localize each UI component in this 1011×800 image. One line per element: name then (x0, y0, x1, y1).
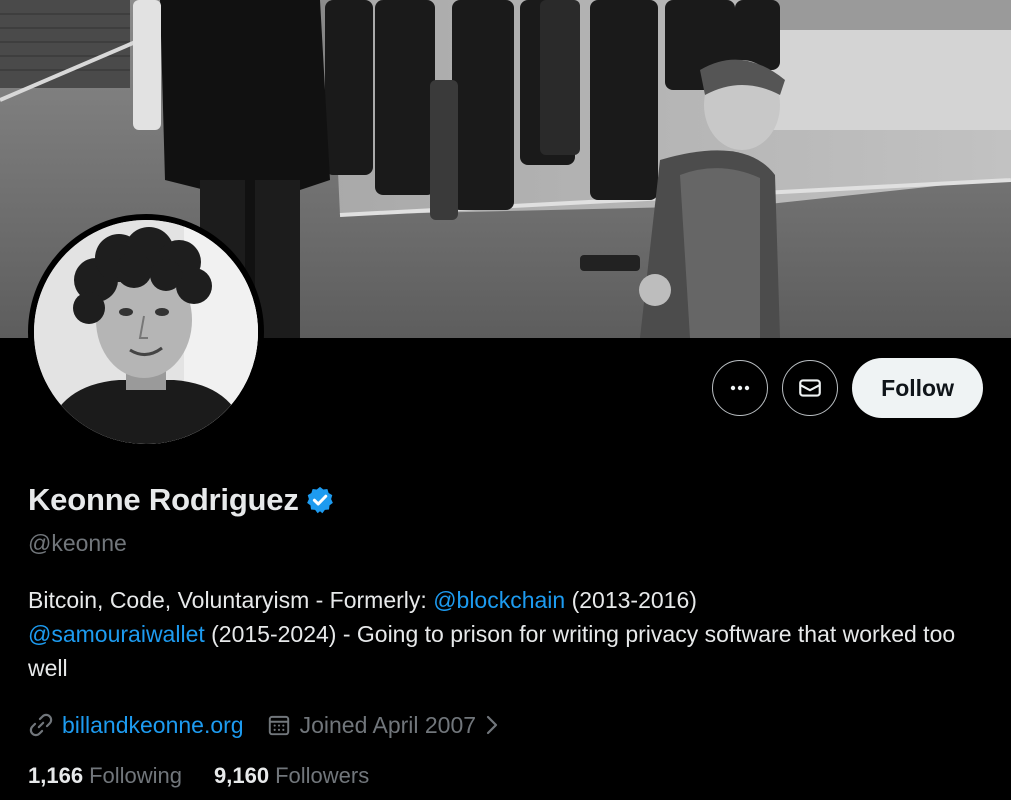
bio-text: Bitcoin, Code, Voluntaryism - Formerly: (28, 587, 434, 613)
envelope-icon (799, 379, 822, 397)
mention-link-blockchain[interactable]: @blockchain (433, 587, 565, 613)
website-item[interactable]: billandkeonne.org (28, 712, 244, 739)
following-count: 1,166 (28, 763, 84, 788)
message-button[interactable] (782, 360, 839, 416)
chevron-right-icon (486, 715, 498, 735)
follow-stats: 1,166 Following 9,160 Followers (28, 763, 983, 789)
calendar-icon (268, 715, 289, 736)
website-link[interactable]: billandkeonne.org (62, 712, 244, 739)
link-icon (29, 713, 53, 737)
profile-bio: Bitcoin, Code, Voluntaryism - Formerly: … (28, 583, 983, 685)
joined-item[interactable]: Joined April 2007 (266, 712, 502, 739)
followers-stat[interactable]: 9,160 Followers (214, 763, 369, 789)
mention-link-samouraiwallet[interactable]: @samouraiwallet (28, 621, 205, 647)
followers-count: 9,160 (214, 763, 270, 788)
bio-text: (2013-2016) (565, 587, 697, 613)
following-label: Following (89, 763, 182, 788)
avatar[interactable] (28, 214, 264, 450)
following-stat[interactable]: 1,166 Following (28, 763, 182, 789)
follow-button[interactable]: Follow (852, 358, 983, 418)
profile-meta: billandkeonne.org Joined April 2007 (28, 705, 983, 745)
profile-info: Keonne Rodriguez @keonne Bitcoin, Code, … (28, 478, 983, 789)
profile-actions: Follow (712, 358, 983, 418)
verified-badge-icon[interactable] (305, 485, 335, 515)
name-row: Keonne Rodriguez (28, 478, 983, 522)
user-handle: @keonne (28, 530, 127, 556)
more-button[interactable] (712, 360, 769, 416)
display-name: Keonne Rodriguez (28, 482, 299, 517)
joined-date: Joined April 2007 (299, 711, 477, 738)
followers-label: Followers (275, 763, 370, 788)
more-icon (730, 385, 750, 391)
avatar-image (34, 220, 258, 444)
